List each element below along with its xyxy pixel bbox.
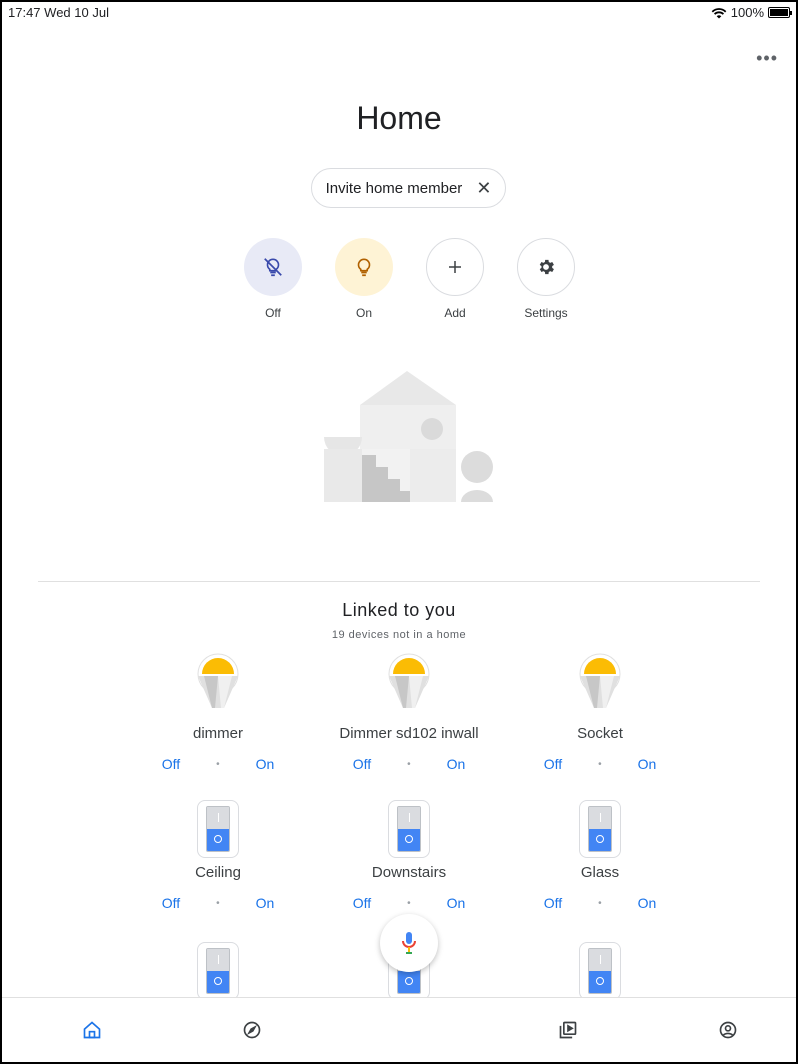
compass-icon	[243, 1021, 261, 1039]
device-off-button[interactable]: Off	[353, 895, 371, 911]
device-controls: Off • On	[500, 895, 700, 911]
action-label: Add	[444, 306, 466, 320]
media-icon	[559, 1021, 577, 1039]
device-on-button[interactable]: On	[638, 895, 657, 911]
device-name: Glass	[580, 864, 620, 881]
assistant-mic-button[interactable]	[380, 914, 438, 972]
account-tab[interactable]	[714, 1016, 742, 1044]
action-settings[interactable]: Settings	[506, 238, 586, 320]
lightbulb-icon[interactable]	[335, 238, 393, 296]
device-on-button[interactable]: On	[256, 756, 275, 772]
device-name: Dimmer sd102 inwall	[339, 725, 479, 742]
separator-dot: •	[598, 897, 602, 909]
device-off-button[interactable]: Off	[544, 895, 562, 911]
close-icon[interactable]: ✕	[476, 178, 491, 199]
page-title: Home	[356, 100, 442, 136]
device-tile[interactable]: dimmer Off • On	[118, 652, 318, 772]
action-label: Settings	[524, 306, 568, 320]
device-tile[interactable]: Glass Off • On	[500, 800, 700, 911]
device-on-button[interactable]: On	[447, 895, 466, 911]
device-off-button[interactable]: Off	[162, 756, 180, 772]
action-lights-on[interactable]: On	[324, 238, 404, 320]
switch-icon	[197, 942, 239, 1000]
device-controls: Off • On	[118, 756, 318, 772]
separator-dot: •	[598, 758, 602, 770]
home-icon	[83, 1021, 101, 1039]
lightbulb-off-icon[interactable]	[244, 238, 302, 296]
bulb-icon	[197, 653, 239, 708]
device-on-button[interactable]: On	[447, 756, 466, 772]
action-label: Off	[265, 306, 281, 320]
device-on-button[interactable]: On	[638, 756, 657, 772]
action-add[interactable]: Add	[415, 238, 495, 320]
separator-dot: •	[407, 897, 411, 909]
wifi-icon	[711, 7, 727, 18]
linked-section-title: Linked to you	[342, 600, 456, 620]
battery-fill	[770, 9, 788, 16]
device-controls: Off • On	[118, 895, 318, 911]
microphone-icon	[402, 932, 416, 954]
separator-dot: •	[216, 897, 220, 909]
more-options-icon[interactable]: •••	[756, 48, 778, 69]
switch-icon	[197, 800, 239, 858]
action-label: On	[355, 306, 372, 320]
gear-icon[interactable]	[517, 238, 575, 296]
device-name: Downstairs	[371, 864, 447, 881]
device-tile[interactable]	[118, 942, 318, 1000]
home-illustration	[324, 371, 493, 502]
device-tile[interactable]: Downstairs Off • On	[309, 800, 509, 911]
bulb-icon	[579, 653, 621, 708]
app-frame: 17:47 Wed 10 Jul 100% ••• Home Invite ho…	[0, 0, 798, 1064]
status-bar: 17:47 Wed 10 Jul 100%	[2, 2, 796, 24]
action-lights-off[interactable]: Off	[233, 238, 313, 320]
device-name: Ceiling	[195, 864, 241, 881]
switch-icon	[579, 942, 621, 1000]
device-tile[interactable]	[500, 942, 700, 1000]
device-off-button[interactable]: Off	[353, 756, 371, 772]
media-tab[interactable]	[554, 1016, 582, 1044]
account-icon	[719, 1021, 737, 1039]
invite-chip-label: Invite home member	[325, 179, 463, 197]
switch-icon	[579, 800, 621, 858]
device-off-button[interactable]: Off	[162, 895, 180, 911]
invite-home-member-chip[interactable]: Invite home member ✕	[311, 168, 506, 208]
home-tab[interactable]	[78, 1016, 106, 1044]
switch-icon	[388, 800, 430, 858]
status-right: 100%	[711, 5, 792, 20]
device-tile[interactable]: Socket Off • On	[500, 652, 700, 772]
linked-section-subtitle: 19 devices not in a home	[331, 629, 467, 641]
plus-icon[interactable]	[426, 238, 484, 296]
battery-percent: 100%	[730, 5, 764, 20]
device-on-button[interactable]: On	[256, 895, 275, 911]
device-tile[interactable]: Dimmer sd102 inwall Off • On	[309, 652, 509, 772]
battery-icon	[768, 7, 792, 18]
device-controls: Off • On	[500, 756, 700, 772]
device-controls: Off • On	[309, 756, 509, 772]
bulb-icon	[388, 653, 430, 708]
section-divider	[38, 581, 760, 582]
discover-tab[interactable]	[238, 1016, 266, 1044]
bottom-nav	[2, 997, 796, 1062]
status-time: 17:47 Wed 10 Jul	[8, 5, 109, 20]
device-name: Socket	[577, 725, 623, 742]
device-name: dimmer	[192, 725, 243, 742]
separator-dot: •	[216, 758, 220, 770]
device-tile[interactable]: Ceiling Off • On	[118, 800, 318, 911]
device-controls: Off • On	[309, 895, 509, 911]
device-off-button[interactable]: Off	[544, 756, 562, 772]
separator-dot: •	[407, 758, 411, 770]
